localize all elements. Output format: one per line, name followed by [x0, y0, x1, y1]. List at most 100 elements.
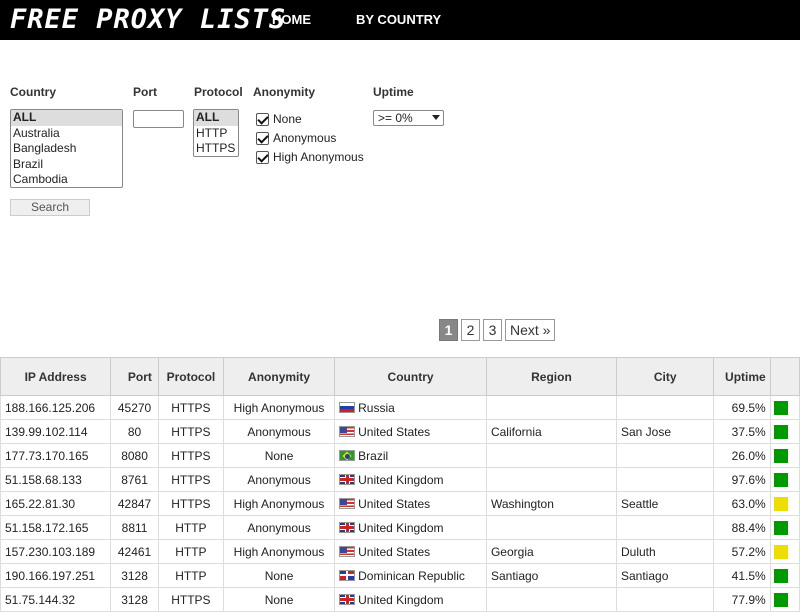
cell-anonymity: Anonymous [222, 515, 336, 540]
country-option[interactable]: Cambodia [11, 172, 122, 187]
country-option[interactable]: Bangladesh [11, 141, 122, 157]
country-name: Dominican Republic [358, 568, 465, 583]
cell-ip: 51.158.172.165 [0, 515, 112, 540]
country-name: United Kingdom [358, 520, 444, 535]
country-option[interactable]: Brazil [11, 157, 122, 173]
cell-protocol: HTTP [157, 563, 224, 588]
cell-port: 8811 [110, 515, 159, 540]
uptime-selected-value: >= 0% [378, 111, 413, 125]
country-listbox[interactable]: ALL Australia Bangladesh Brazil Cambodia [10, 109, 123, 188]
header-city[interactable]: City [615, 357, 715, 396]
uptime-select[interactable]: >= 0% [373, 110, 444, 126]
table-row: 51.158.68.133 8761 HTTPS Anonymous United Ki… [0, 467, 800, 492]
cell-country: United Kingdom [334, 467, 487, 492]
page-2-button[interactable]: 2 [461, 319, 480, 341]
speed-indicator-icon [773, 496, 788, 511]
header-country[interactable]: Country [334, 357, 487, 396]
protocol-listbox[interactable]: ALL HTTP HTTPS [193, 109, 239, 157]
nav-by-country-link[interactable]: BY COUNTRY [356, 12, 441, 27]
cell-country: United Kingdom [334, 515, 487, 540]
cell-port: 45270 [110, 395, 159, 420]
cell-city [615, 467, 715, 492]
checkbox-checked-icon[interactable] [256, 150, 269, 164]
anonymity-high-option[interactable]: High Anonymous [256, 150, 364, 164]
port-input[interactable] [133, 110, 184, 128]
header-protocol[interactable]: Protocol [157, 357, 224, 396]
anonymity-anonymous-option[interactable]: Anonymous [256, 131, 336, 145]
cell-city [615, 515, 715, 540]
next-page-button[interactable]: Next » [505, 319, 556, 341]
cell-anonymity: High Anonymous [222, 491, 336, 516]
site-logo[interactable]: FREE PROXY LISTS [10, 4, 286, 35]
cell-ip: 51.158.68.133 [0, 467, 112, 492]
cell-protocol: HTTPS [157, 467, 224, 492]
search-button[interactable]: Search [10, 199, 90, 216]
protocol-label: Protocol [194, 85, 243, 99]
checkbox-checked-icon[interactable] [256, 112, 269, 126]
header-speed [769, 357, 800, 396]
cell-speed [769, 539, 800, 564]
country-option[interactable]: Australia [11, 126, 122, 142]
cell-uptime: 63.0% [713, 491, 771, 516]
header-region[interactable]: Region [485, 357, 618, 396]
cell-anonymity: None [222, 563, 336, 588]
uptime-label: Uptime [373, 85, 414, 99]
cell-ip: 165.22.81.30 [0, 491, 112, 516]
page-1-button[interactable]: 1 [439, 319, 458, 341]
pagination: 1 2 3 Next » [439, 319, 556, 341]
cell-speed [769, 515, 800, 540]
cell-uptime: 88.4% [713, 515, 771, 540]
cell-anonymity: High Anonymous [222, 395, 336, 420]
cell-anonymity: Anonymous [222, 419, 336, 444]
table-row: 188.166.125.206 45270 HTTPS High Anonymous R… [0, 395, 800, 420]
table-row: 177.73.170.165 8080 HTTPS None Brazil 26.0% [0, 443, 800, 468]
cell-port: 80 [110, 419, 159, 444]
page-3-button[interactable]: 3 [483, 319, 502, 341]
header-port[interactable]: Port [110, 357, 159, 396]
cell-country: United States [334, 539, 487, 564]
country-option[interactable]: ALL [11, 110, 122, 126]
table-row: 190.166.197.251 3128 HTTP None Dominican Rep… [0, 563, 800, 588]
cell-speed [769, 395, 800, 420]
header-anonymity[interactable]: Anonymity [222, 357, 336, 396]
cell-country: Russia [334, 395, 487, 420]
table-row: 139.99.102.114 80 HTTPS Anonymous United Sta… [0, 419, 800, 444]
br-flag-icon [339, 449, 356, 461]
checkbox-checked-icon[interactable] [256, 131, 269, 145]
cell-protocol: HTTPS [157, 395, 224, 420]
cell-uptime: 97.6% [713, 467, 771, 492]
protocol-option[interactable]: HTTP [194, 126, 238, 142]
cell-region [485, 395, 618, 420]
cell-region: Washington [485, 491, 618, 516]
cell-region: California [485, 419, 618, 444]
cell-uptime: 41.5% [713, 563, 771, 588]
header-uptime[interactable]: Uptime [713, 357, 771, 396]
header-ip-address[interactable]: IP Address [0, 357, 112, 396]
cell-port: 8080 [110, 443, 159, 468]
cell-country: Brazil [334, 443, 487, 468]
country-name: United States [358, 544, 431, 559]
cell-port: 8761 [110, 467, 159, 492]
cell-protocol: HTTP [157, 539, 224, 564]
cell-country: Dominican Republic [334, 563, 487, 588]
protocol-option[interactable]: HTTPS [194, 141, 238, 156]
anonymity-option-label: High Anonymous [273, 150, 364, 164]
do-flag-icon [339, 569, 356, 581]
cell-city [615, 395, 715, 420]
cell-region [485, 467, 618, 492]
cell-protocol: HTTPS [157, 491, 224, 516]
protocol-option[interactable]: ALL [194, 110, 238, 126]
cell-country: United States [334, 419, 487, 444]
cell-city: Seattle [615, 491, 715, 516]
cell-ip: 190.166.197.251 [0, 563, 112, 588]
cell-port: 42461 [110, 539, 159, 564]
cell-speed [769, 443, 800, 468]
country-name: Russia [358, 400, 395, 415]
cell-city: Duluth [615, 539, 715, 564]
cell-speed [769, 491, 800, 516]
speed-indicator-icon [773, 472, 788, 487]
nav-home-link[interactable]: HOME [272, 12, 311, 27]
speed-indicator-icon [773, 520, 788, 535]
us-flag-icon [339, 545, 356, 557]
anonymity-none-option[interactable]: None [256, 112, 302, 126]
